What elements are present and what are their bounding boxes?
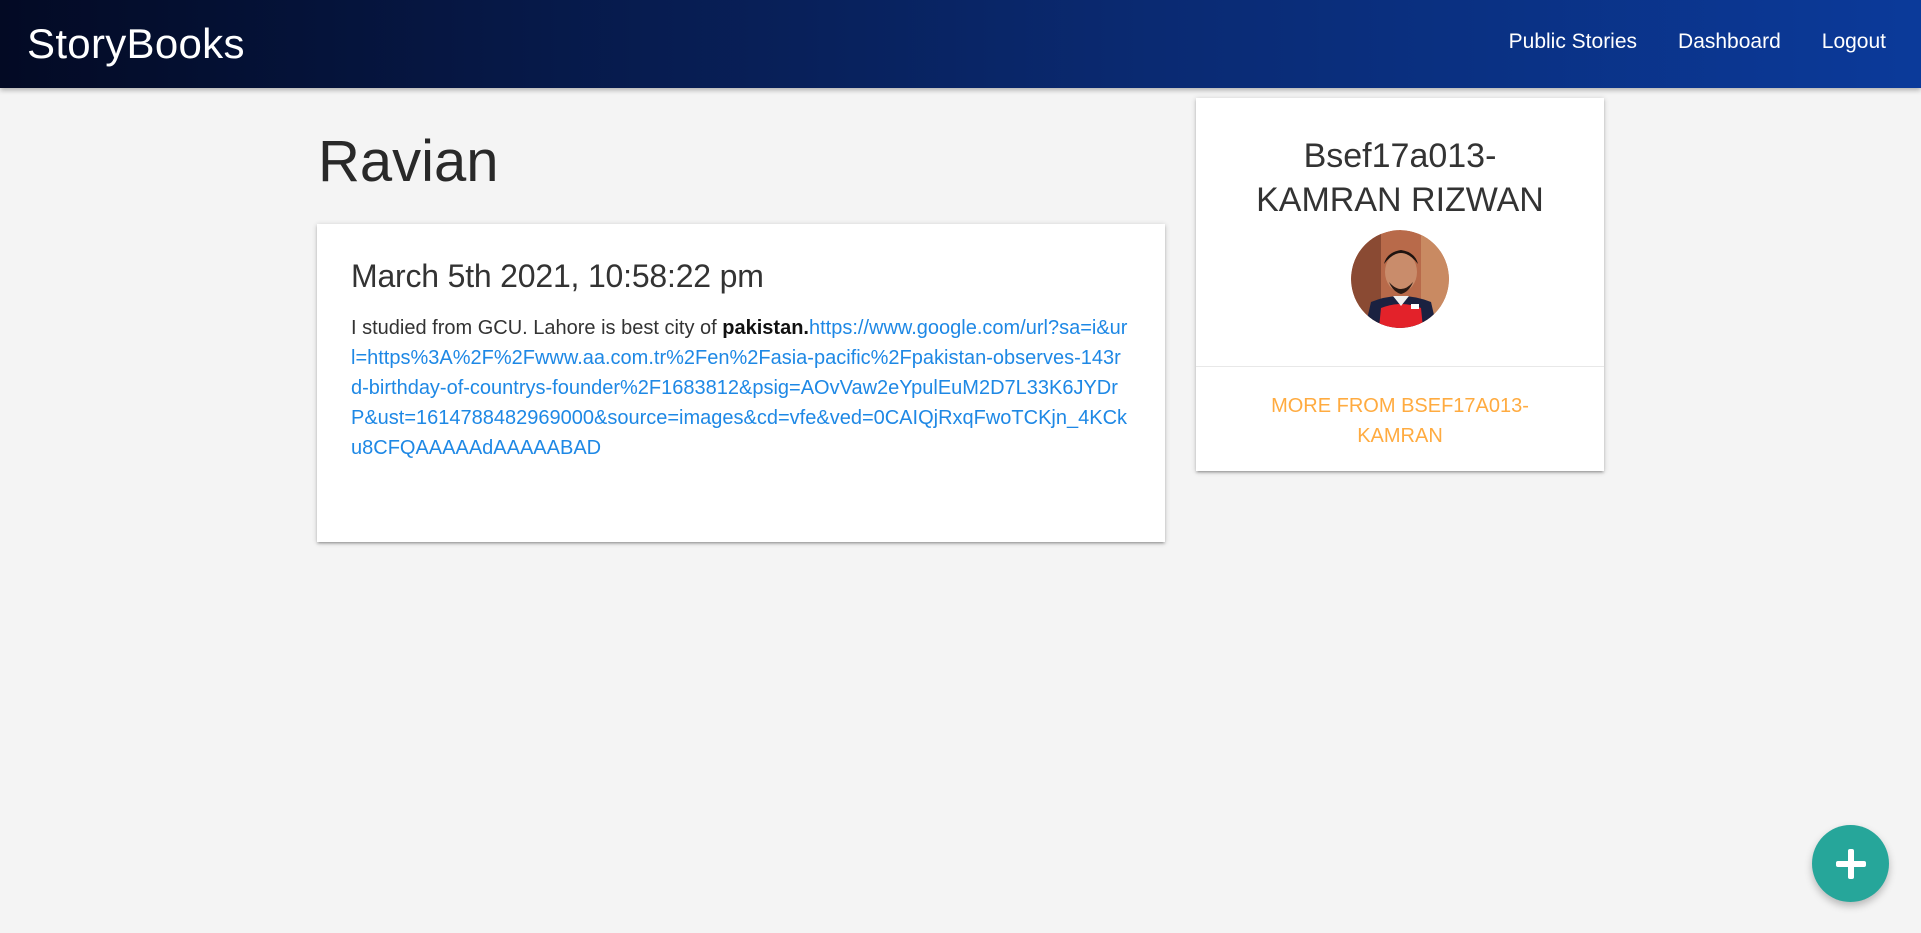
avatar [1351,230,1449,328]
author-card-action: More From Bsef17a013-KAMRAN [1196,367,1604,451]
nav-link-public-stories[interactable]: Public Stories [1509,30,1637,54]
more-from-author-link[interactable]: More From Bsef17a013-KAMRAN [1265,391,1535,451]
story-title: Ravian [318,129,499,194]
story-body-bold: pakistan. [722,317,809,339]
author-name: Bsef17a013-KAMRAN RIZWAN [1256,137,1544,219]
brand-logo[interactable]: StoryBooks [27,20,245,68]
story-date: March 5th 2021, 10:58:22 pm [351,258,764,294]
add-story-button[interactable] [1812,825,1889,902]
navbar: StoryBooks Public Stories Dashboard Logo… [0,0,1921,88]
story-body: I studied from GCU. Lahore is best city … [351,313,1131,463]
nav-link-logout[interactable]: Logout [1822,30,1886,54]
story-body-text: I studied from GCU. Lahore is best city … [351,317,723,339]
author-card-content: Bsef17a013-KAMRAN RIZWAN [1196,98,1604,367]
story-card: March 5th 2021, 10:58:22 pm I studied fr… [317,224,1165,542]
add-icon [1836,849,1866,879]
nav-link-dashboard[interactable]: Dashboard [1678,30,1781,54]
author-card: Bsef17a013-KAMRAN RIZWAN More From Bsef1… [1196,98,1604,471]
nav-links: Public Stories Dashboard Logout [1468,30,1886,54]
